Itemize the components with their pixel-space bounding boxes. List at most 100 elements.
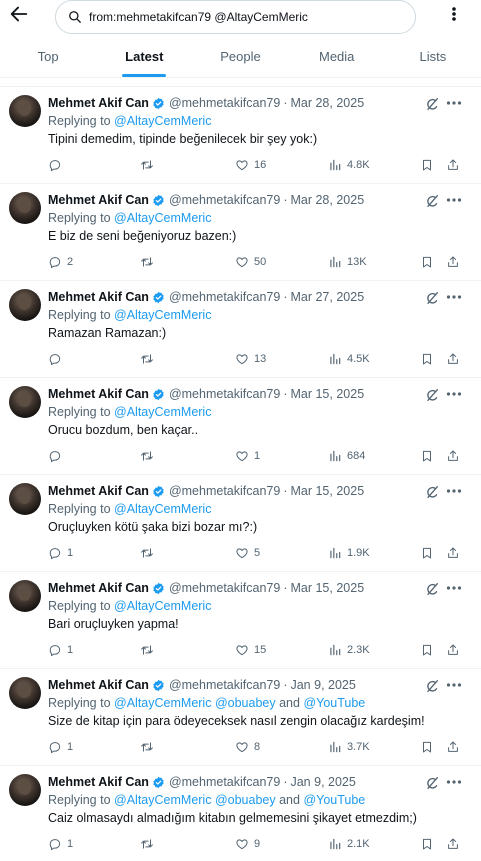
views-button[interactable]: 684 xyxy=(328,448,365,464)
more-icon[interactable] xyxy=(446,391,462,397)
more-icon[interactable] xyxy=(446,100,462,106)
grok-icon[interactable] xyxy=(424,484,440,500)
grok-icon[interactable] xyxy=(424,387,440,403)
mention-link[interactable]: @AltayCemMeric xyxy=(114,211,211,225)
tab-lists[interactable]: Lists xyxy=(385,36,481,77)
author-name[interactable]: Mehmet Akif Can xyxy=(48,96,149,110)
tweet[interactable]: Mehmet Akif Can @mehmetakifcan79 · Mar 28, … xyxy=(0,183,481,280)
author-name[interactable]: Mehmet Akif Can xyxy=(48,484,149,498)
like-button[interactable]: 16 xyxy=(235,157,266,173)
avatar[interactable] xyxy=(9,192,41,224)
tweet-date[interactable]: Mar 15, 2025 xyxy=(290,581,364,595)
share-button[interactable] xyxy=(446,739,460,755)
mention-link[interactable]: @obuabey xyxy=(215,793,276,807)
tweet-date[interactable]: Jan 9, 2025 xyxy=(290,775,355,789)
tweet[interactable]: Mehmet Akif Can @mehmetakifcan79 · Mar 28, … xyxy=(0,86,481,183)
retweet-button[interactable] xyxy=(140,642,159,658)
retweet-button[interactable] xyxy=(140,351,159,367)
back-arrow-icon[interactable] xyxy=(8,3,30,25)
mention-link[interactable]: @AltayCemMeric xyxy=(114,308,211,322)
reply-button[interactable] xyxy=(48,157,67,173)
more-options-icon[interactable] xyxy=(444,6,464,22)
reply-button[interactable] xyxy=(48,351,67,367)
mention-link[interactable]: @AltayCemMeric xyxy=(114,114,211,128)
mention-link[interactable]: @AltayCemMeric xyxy=(114,599,211,613)
author-name[interactable]: Mehmet Akif Can xyxy=(48,193,149,207)
author-name[interactable]: Mehmet Akif Can xyxy=(48,290,149,304)
like-button[interactable]: 5 xyxy=(235,545,260,561)
more-icon[interactable] xyxy=(446,197,462,203)
mention-link[interactable]: @AltayCemMeric xyxy=(114,696,211,710)
avatar[interactable] xyxy=(9,386,41,418)
avatar[interactable] xyxy=(9,677,41,709)
bookmark-button[interactable] xyxy=(420,351,434,367)
more-icon[interactable] xyxy=(446,682,462,688)
retweet-button[interactable] xyxy=(140,254,159,270)
bookmark-button[interactable] xyxy=(420,642,434,658)
retweet-button[interactable] xyxy=(140,739,159,755)
reply-button[interactable]: 1 xyxy=(48,545,73,561)
retweet-button[interactable] xyxy=(140,836,159,852)
share-button[interactable] xyxy=(446,351,460,367)
tweet[interactable]: Mehmet Akif Can @mehmetakifcan79 · Mar 15, … xyxy=(0,571,481,668)
tweet[interactable]: Mehmet Akif Can @mehmetakifcan79 · Mar 15, … xyxy=(0,474,481,571)
author-handle[interactable]: @mehmetakifcan79 xyxy=(169,193,280,207)
more-icon[interactable] xyxy=(446,585,462,591)
like-button[interactable]: 1 xyxy=(235,448,260,464)
bookmark-button[interactable] xyxy=(420,448,434,464)
avatar[interactable] xyxy=(9,774,41,806)
share-button[interactable] xyxy=(446,545,460,561)
reply-button[interactable]: 1 xyxy=(48,739,73,755)
views-button[interactable]: 4.8K xyxy=(328,157,370,173)
more-icon[interactable] xyxy=(446,779,462,785)
reply-button[interactable]: 1 xyxy=(48,836,73,852)
grok-icon[interactable] xyxy=(424,775,440,791)
retweet-button[interactable] xyxy=(140,545,159,561)
grok-icon[interactable] xyxy=(424,581,440,597)
grok-icon[interactable] xyxy=(424,193,440,209)
author-handle[interactable]: @mehmetakifcan79 xyxy=(169,678,280,692)
bookmark-button[interactable] xyxy=(420,254,434,270)
mention-link[interactable]: @AltayCemMeric xyxy=(114,502,211,516)
share-button[interactable] xyxy=(446,448,460,464)
grok-icon[interactable] xyxy=(424,290,440,306)
like-button[interactable]: 50 xyxy=(235,254,266,270)
bookmark-button[interactable] xyxy=(420,836,434,852)
share-button[interactable] xyxy=(446,254,460,270)
tab-latest[interactable]: Latest xyxy=(96,36,192,77)
like-button[interactable]: 8 xyxy=(235,739,260,755)
tab-top[interactable]: Top xyxy=(0,36,96,77)
reply-button[interactable]: 1 xyxy=(48,642,73,658)
views-button[interactable]: 4.5K xyxy=(328,351,370,367)
like-button[interactable]: 13 xyxy=(235,351,266,367)
author-handle[interactable]: @mehmetakifcan79 xyxy=(169,775,280,789)
author-handle[interactable]: @mehmetakifcan79 xyxy=(169,290,280,304)
author-handle[interactable]: @mehmetakifcan79 xyxy=(169,387,280,401)
grok-icon[interactable] xyxy=(424,96,440,112)
mention-link[interactable]: @AltayCemMeric xyxy=(114,793,211,807)
grok-icon[interactable] xyxy=(424,678,440,694)
reply-button[interactable] xyxy=(48,448,67,464)
tab-media[interactable]: Media xyxy=(289,36,385,77)
tweet-date[interactable]: Mar 15, 2025 xyxy=(290,387,364,401)
share-button[interactable] xyxy=(446,642,460,658)
views-button[interactable]: 2.3K xyxy=(328,642,370,658)
mention-link[interactable]: @YouTube xyxy=(303,793,365,807)
avatar[interactable] xyxy=(9,580,41,612)
avatar[interactable] xyxy=(9,289,41,321)
views-button[interactable]: 3.7K xyxy=(328,739,370,755)
author-handle[interactable]: @mehmetakifcan79 xyxy=(169,96,280,110)
search-input[interactable] xyxy=(89,10,409,24)
share-button[interactable] xyxy=(446,157,460,173)
views-button[interactable]: 1.9K xyxy=(328,545,370,561)
mention-link[interactable]: @YouTube xyxy=(303,696,365,710)
bookmark-button[interactable] xyxy=(420,545,434,561)
author-handle[interactable]: @mehmetakifcan79 xyxy=(169,484,280,498)
tweet[interactable]: Mehmet Akif Can @mehmetakifcan79 · Mar 15, … xyxy=(0,377,481,474)
more-icon[interactable] xyxy=(446,294,462,300)
share-button[interactable] xyxy=(446,836,460,852)
search-box[interactable] xyxy=(55,0,416,34)
tweet-date[interactable]: Mar 28, 2025 xyxy=(290,96,364,110)
author-handle[interactable]: @mehmetakifcan79 xyxy=(169,581,280,595)
avatar[interactable] xyxy=(9,483,41,515)
